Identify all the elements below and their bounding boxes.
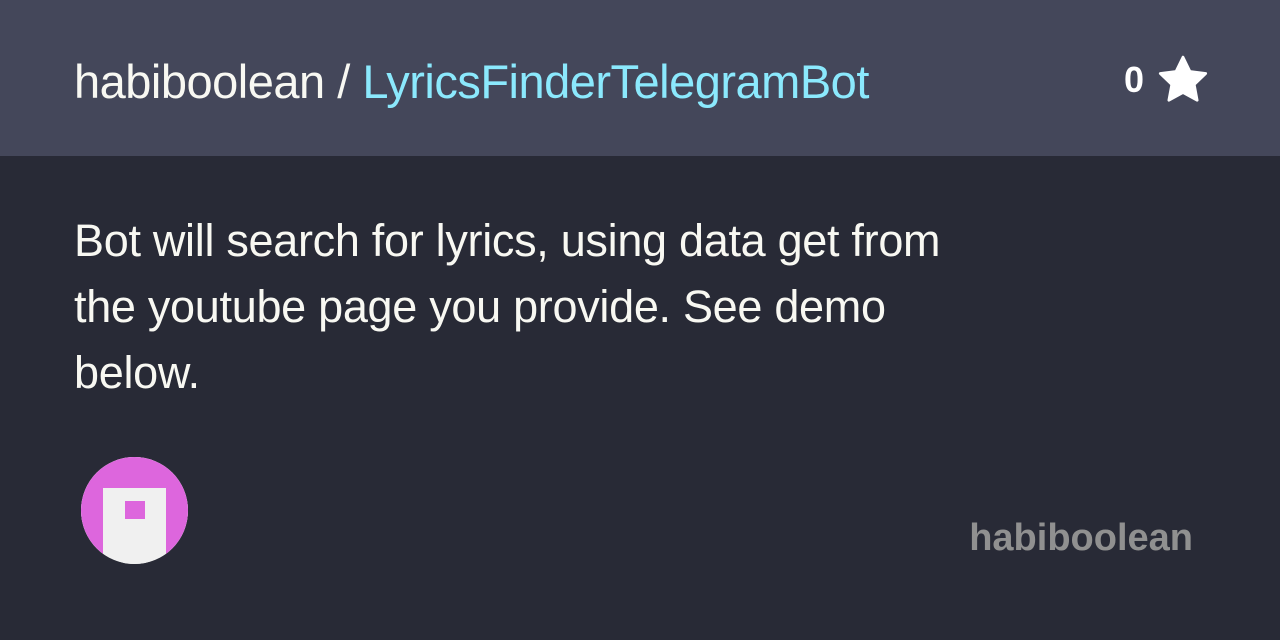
star-count: 0 [1123,59,1144,100]
repo-name-link[interactable]: LyricsFinderTelegramBot [362,55,869,108]
repo-owner[interactable]: habiboolean [74,55,325,108]
identicon-avatar-icon [81,457,188,564]
star-icon [1158,55,1208,102]
header-bar: habiboolean / LyricsFinderTelegramBot 0 [0,0,1280,156]
path-separator: / [324,55,363,108]
author-avatar[interactable] [81,457,188,564]
star-counter[interactable]: 0 [1124,52,1210,108]
repo-description: Bot will search for lyrics, using data g… [74,215,941,398]
author-name[interactable]: habiboolean [969,514,1193,562]
repo-title: habiboolean / LyricsFinderTelegramBot [74,52,869,112]
